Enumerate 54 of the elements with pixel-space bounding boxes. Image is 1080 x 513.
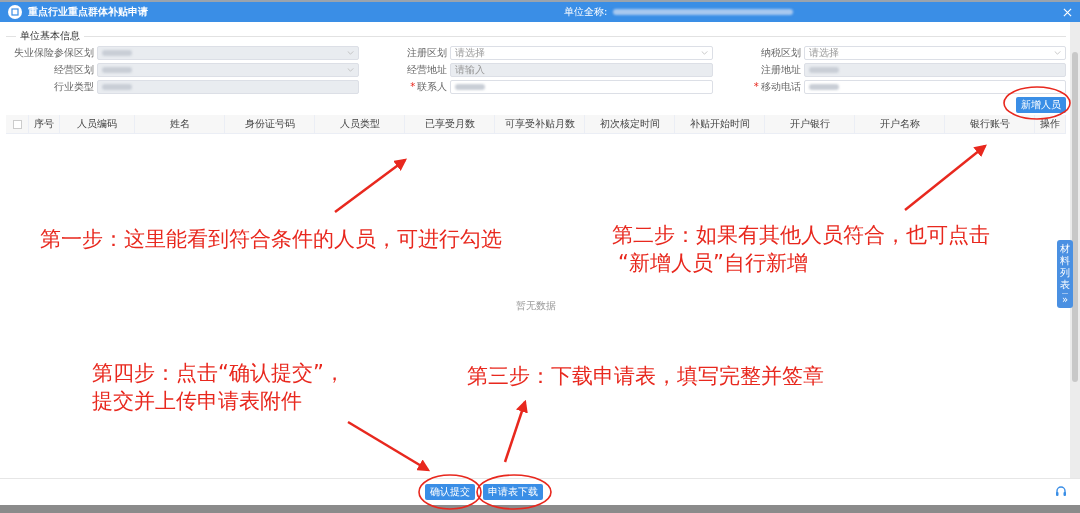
- chevron-down-icon: [347, 67, 355, 72]
- column-header: 开户银行: [765, 115, 856, 133]
- annotation-text: 第二步：如果有其他人员符合，也可点击: [612, 222, 990, 249]
- field-label: 联系人: [417, 79, 448, 94]
- field-label: 行业类型: [54, 79, 94, 94]
- submit-button[interactable]: 确认提交: [425, 484, 475, 500]
- field-label: 注册区划: [407, 45, 448, 60]
- arrow: [503, 399, 528, 463]
- select-all-checkbox[interactable]: [12, 119, 22, 129]
- annotation-text: 第四步：点击“确认提交”，: [92, 360, 345, 387]
- field-label: 纳税区划: [760, 45, 801, 60]
- column-header: 补贴开始时间: [675, 115, 766, 133]
- required-mark: *: [753, 81, 759, 92]
- annotation-text: 第一步：这里能看到符合条件的人员，可进行勾选: [40, 226, 502, 253]
- materials-list-tab[interactable]: 材料列表 »: [1057, 240, 1073, 308]
- annotation-text: “新增人员”自行新增: [618, 250, 808, 277]
- annotation-text: 提交并上传申请表附件: [92, 388, 302, 415]
- column-header: 姓名: [135, 115, 226, 133]
- select-field[interactable]: 请选择: [803, 45, 1066, 60]
- field-label: 经营地址: [407, 62, 448, 77]
- scrollbar[interactable]: [1072, 52, 1078, 382]
- app-logo-icon: [8, 5, 22, 19]
- column-header: 可享受补贴月数: [495, 115, 586, 133]
- window-title: 重点行业重点群体补贴申请: [28, 5, 149, 19]
- chevron-down-icon: [347, 50, 355, 55]
- unit-name-label: 单位全称:: [564, 5, 608, 19]
- highlight-circle: [418, 474, 482, 510]
- field-label: 移动电话: [760, 79, 801, 94]
- input-field[interactable]: [803, 79, 1066, 94]
- column-header: 序号: [29, 115, 60, 133]
- empty-table-message: 暂无数据: [516, 299, 556, 313]
- field-label: 经营区划: [54, 62, 94, 77]
- chevron-down-icon: [700, 50, 708, 55]
- column-header: 身份证号码: [225, 115, 316, 133]
- input-field[interactable]: [450, 79, 713, 94]
- select-field[interactable]: 请选择: [450, 45, 713, 60]
- column-header: 开户名称: [855, 115, 946, 133]
- chevron-down-icon: [1054, 50, 1061, 55]
- close-icon[interactable]: [1063, 7, 1072, 17]
- section-title: 单位基本信息: [20, 29, 80, 43]
- headset-icon[interactable]: [1054, 485, 1068, 499]
- highlight-circle: [1003, 86, 1071, 120]
- field-label: 失业保险参保区划: [14, 45, 94, 60]
- column-header: 已享受月数: [405, 115, 496, 133]
- field-label: 注册地址: [760, 62, 801, 77]
- annotation-text: 第三步：下载申请表，填写完整并签章: [467, 363, 824, 390]
- column-header: 人员类型: [315, 115, 406, 133]
- column-header: 操作: [1035, 115, 1066, 133]
- add-person-button[interactable]: 新增人员: [1016, 97, 1066, 113]
- required-mark: *: [410, 81, 416, 92]
- column-header: 人员编码: [59, 115, 136, 133]
- column-header: 初次核定时间: [585, 115, 676, 133]
- column-header: 银行账号: [945, 115, 1036, 133]
- download-button[interactable]: 申请表下载: [483, 484, 543, 500]
